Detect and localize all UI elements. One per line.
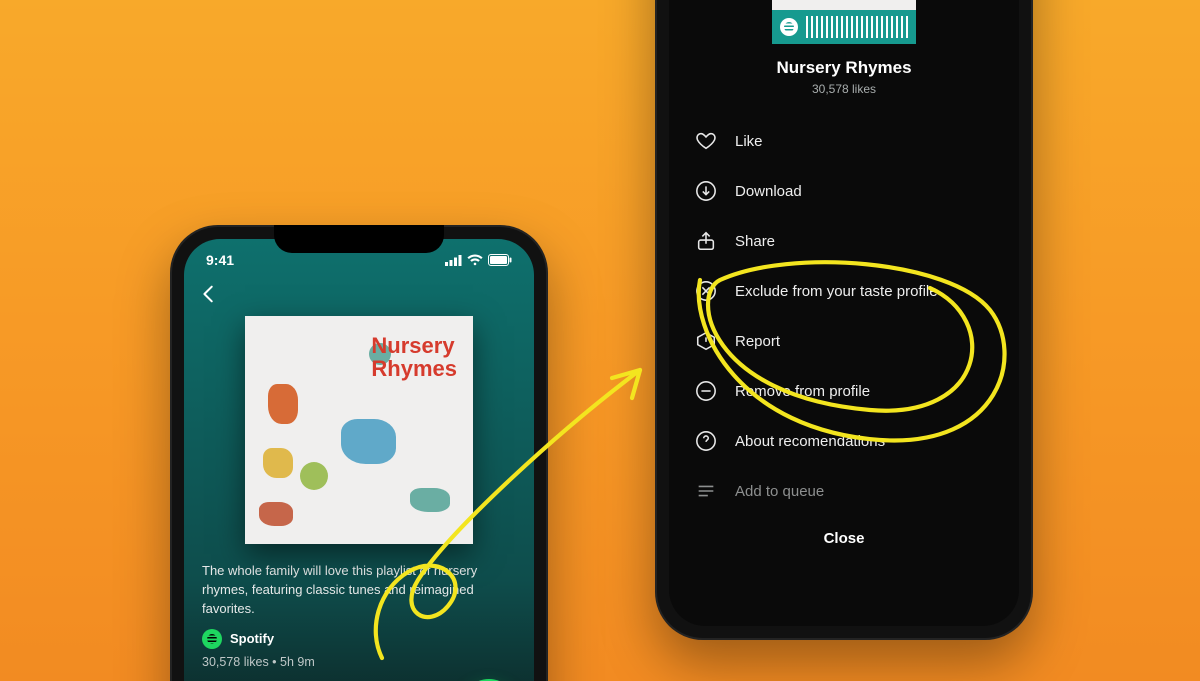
menu-label: Remove from profile — [735, 383, 870, 400]
sheet-cover: Nursery Rhymes — [772, 0, 916, 10]
menu-label: Report — [735, 333, 780, 350]
spotify-logo-icon — [780, 18, 798, 36]
code-bars — [806, 16, 908, 38]
playlist-meta: 30,578 likes • 5h 9m — [184, 649, 534, 669]
phone-notch — [274, 225, 444, 253]
menu-report[interactable]: Report — [669, 316, 1019, 366]
menu-queue[interactable]: Add to queue — [669, 466, 1019, 516]
cover-title-line2: Rhymes — [371, 357, 457, 380]
playlist-description: The whole family will love this playlist… — [184, 544, 534, 619]
menu-remove[interactable]: Remove from profile — [669, 366, 1019, 416]
wifi-icon — [467, 254, 483, 266]
share-icon — [695, 230, 717, 252]
options-menu: Like Download Share Exclude from your ta… — [669, 96, 1019, 516]
menu-share[interactable]: Share — [669, 216, 1019, 266]
playlist-byline[interactable]: Spotify — [184, 619, 534, 649]
back-icon[interactable] — [198, 283, 220, 305]
menu-download[interactable]: Download — [669, 166, 1019, 216]
menu-label: Exclude from your taste profile — [735, 283, 938, 300]
byline-text: Spotify — [230, 631, 274, 646]
exclude-icon — [695, 280, 717, 302]
cover-title-line1: Nursery — [371, 334, 457, 357]
spotify-code[interactable] — [772, 10, 916, 44]
remove-icon — [695, 380, 717, 402]
cellular-icon — [445, 255, 462, 266]
phone-playlist: 9:41 Nursery Rhymes The whole family wil… — [170, 225, 548, 681]
menu-label: Download — [735, 183, 802, 200]
queue-icon — [695, 480, 717, 502]
heart-icon — [695, 130, 717, 152]
menu-label: About recomendations — [735, 433, 885, 450]
download-icon — [695, 180, 717, 202]
menu-about[interactable]: About recomendations — [669, 416, 1019, 466]
playlist-cover[interactable]: Nursery Rhymes — [245, 316, 473, 544]
menu-label: Like — [735, 133, 763, 150]
menu-label: Add to queue — [735, 483, 824, 500]
menu-exclude[interactable]: Exclude from your taste profile — [669, 266, 1019, 316]
phone-options: Nursery Rhymes Nursery Rhymes 30,578 lik… — [655, 0, 1033, 640]
close-button[interactable]: Close — [669, 516, 1019, 565]
help-icon — [695, 430, 717, 452]
battery-icon — [488, 254, 512, 266]
menu-like[interactable]: Like — [669, 116, 1019, 166]
spotify-logo-icon — [202, 629, 222, 649]
report-icon — [695, 330, 717, 352]
sheet-subtitle: 30,578 likes — [812, 82, 876, 96]
menu-label: Share — [735, 233, 775, 250]
sheet-title: Nursery Rhymes — [776, 58, 911, 78]
status-time: 9:41 — [206, 252, 234, 268]
status-indicators — [445, 254, 512, 266]
